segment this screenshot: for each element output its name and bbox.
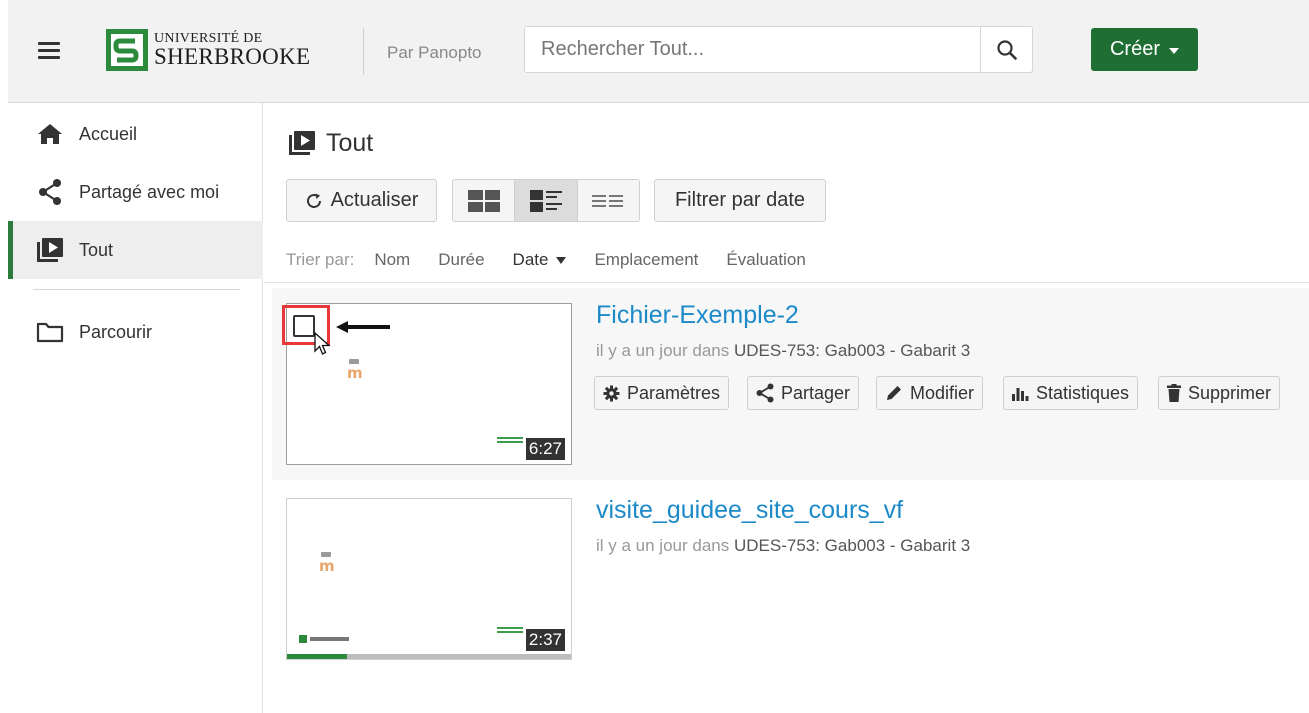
main-content: Tout Actualiser Filtrer par date Trier p…	[264, 103, 1309, 713]
session-folder-link[interactable]: UDES-753: Gab003 - Gabarit 3	[734, 536, 970, 555]
moodle-logo-icon: m	[347, 359, 363, 382]
sidebar-item-browse[interactable]: Parcourir	[8, 304, 263, 360]
delete-button-label: Supprimer	[1188, 382, 1272, 403]
watch-progress-bar	[287, 654, 571, 659]
filter-by-date-button[interactable]: Filtrer par date	[654, 179, 826, 222]
session-time: il y a un jour dans	[596, 341, 730, 360]
session-row: m 6:27 Fichier-Exemple-2 il y a un jour …	[272, 288, 1309, 480]
sidebar-item-label: Partagé avec moi	[79, 181, 220, 202]
thumbnail-view-button[interactable]	[453, 180, 515, 221]
sidebar-item-label: Accueil	[79, 123, 138, 144]
sidebar-divider	[33, 289, 240, 290]
session-select-checkbox[interactable]	[293, 315, 315, 337]
slide-footer-mark	[497, 437, 523, 445]
video-library-icon	[35, 236, 65, 264]
university-logo[interactable]: UNIVERSITÉ DE SHERBROOKE	[106, 29, 321, 73]
refresh-button[interactable]: Actualiser	[286, 179, 437, 222]
sort-label: Trier par:	[286, 250, 355, 269]
video-library-icon	[289, 131, 315, 155]
session-meta: il y a un jour dans UDES-753: Gab003 - G…	[596, 536, 970, 556]
search-box	[524, 26, 1033, 73]
moodle-logo-icon: m	[319, 552, 335, 575]
folder-icon	[35, 318, 65, 346]
session-time: il y a un jour dans	[596, 536, 730, 555]
sort-option-date-label: Date	[512, 250, 549, 269]
sidebar-item-label: Parcourir	[79, 321, 153, 342]
top-header: UNIVERSITÉ DE SHERBROOKE Par Panopto Cré…	[8, 0, 1309, 103]
statistics-button[interactable]: Statistiques	[1003, 376, 1139, 410]
edit-button[interactable]: Modifier	[876, 376, 984, 410]
search-button[interactable]	[980, 27, 1032, 72]
sidebar-item-home[interactable]: Accueil	[8, 106, 263, 162]
mini-university-logo	[299, 635, 349, 643]
duration-badge: 2:37	[525, 629, 565, 651]
annotation-arrow-icon	[336, 321, 390, 333]
session-title[interactable]: Fichier-Exemple-2	[596, 301, 799, 330]
sort-option-location[interactable]: Emplacement	[594, 250, 698, 270]
settings-button-label: Paramètres	[627, 382, 721, 403]
share-icon	[35, 178, 65, 206]
sidebar-item-all[interactable]: Tout	[8, 221, 263, 279]
logo-text-line2: SHERBROOKE	[154, 44, 311, 69]
share-icon	[756, 383, 774, 403]
watch-progress-fill	[287, 654, 347, 659]
caret-down-icon	[556, 257, 567, 265]
sort-option-duration[interactable]: Durée	[438, 250, 484, 270]
session-title[interactable]: visite_guidee_site_cours_vf	[596, 496, 903, 525]
edit-button-label: Modifier	[910, 382, 975, 403]
create-button[interactable]: Créer	[1091, 28, 1198, 71]
header-divider	[363, 28, 364, 75]
session-meta: il y a un jour dans UDES-753: Gab003 - G…	[596, 341, 970, 361]
home-icon	[35, 120, 65, 148]
sort-bar: Trier par: Nom Durée Date Emplacement Év…	[286, 248, 834, 272]
refresh-icon	[306, 193, 321, 208]
hamburger-menu-icon[interactable]	[38, 42, 60, 60]
refresh-button-label: Actualiser	[330, 189, 419, 211]
duration-badge: 6:27	[525, 438, 565, 460]
create-button-label: Créer	[1109, 38, 1160, 60]
page-title-text: Tout	[326, 128, 374, 157]
statistics-button-label: Statistiques	[1036, 382, 1130, 403]
sidebar: Accueil Partagé avec moi Tout Parcourir	[8, 103, 263, 713]
view-toggle-group	[452, 179, 640, 222]
pencil-icon	[887, 386, 901, 400]
session-row: m 2:37 visite_guidee_site_cours_vf il y …	[272, 483, 1309, 683]
sherbrooke-logo-mark	[106, 29, 148, 71]
search-input[interactable]	[525, 27, 980, 72]
search-icon	[996, 39, 1017, 60]
mouse-cursor-icon	[314, 332, 331, 355]
filter-by-date-label: Filtrer par date	[674, 189, 806, 211]
delete-button[interactable]: Supprimer	[1158, 376, 1281, 410]
sort-option-date[interactable]: Date	[513, 250, 567, 270]
detail-view-button[interactable]	[514, 180, 577, 221]
share-button[interactable]: Partager	[747, 376, 860, 410]
sidebar-item-label: Tout	[79, 239, 114, 260]
list-view-button[interactable]	[576, 180, 639, 221]
sort-option-rating[interactable]: Évaluation	[726, 250, 805, 270]
gear-icon	[603, 385, 620, 401]
sort-option-name[interactable]: Nom	[374, 250, 410, 270]
detail-view-icon	[529, 189, 562, 212]
caret-down-icon	[1169, 47, 1179, 54]
trash-icon	[1167, 384, 1181, 402]
grid-view-icon	[467, 189, 500, 212]
session-thumbnail[interactable]: m 2:37	[286, 498, 572, 660]
slide-footer-mark	[497, 627, 523, 635]
bar-chart-icon	[1012, 388, 1029, 401]
by-panopto-label: Par Panopto	[387, 43, 482, 62]
sidebar-item-shared[interactable]: Partagé avec moi	[8, 164, 263, 220]
settings-button[interactable]: Paramètres	[594, 376, 730, 410]
list-view-icon	[592, 194, 624, 207]
sort-divider	[264, 282, 1309, 283]
session-folder-link[interactable]: UDES-753: Gab003 - Gabarit 3	[734, 341, 970, 360]
page-title: Tout	[288, 128, 373, 158]
share-button-label: Partager	[781, 382, 851, 403]
